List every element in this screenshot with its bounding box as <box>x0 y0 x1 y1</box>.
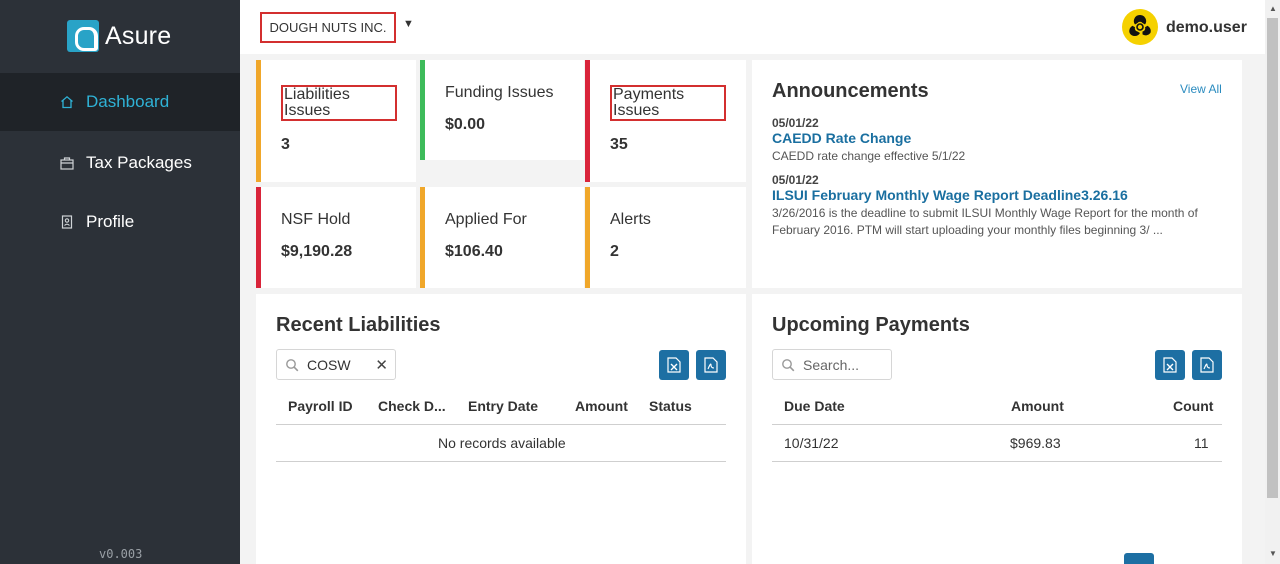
briefcase-icon <box>60 156 74 170</box>
announcement-date: 05/01/22 <box>772 116 819 130</box>
excel-file-icon <box>1163 357 1177 373</box>
view-all-link[interactable]: View All <box>1180 82 1222 96</box>
biohazard-icon[interactable] <box>1122 9 1158 45</box>
home-icon <box>60 95 74 109</box>
search-icon <box>277 358 307 372</box>
stat-label: Applied For <box>445 211 527 228</box>
status-bar <box>256 60 261 182</box>
sidebar-item-dashboard[interactable]: Dashboard <box>0 73 240 131</box>
column-header-due-date[interactable]: Due Date <box>784 398 845 414</box>
pdf-file-icon <box>704 357 718 373</box>
liabilities-search-input[interactable] <box>307 356 367 373</box>
table-divider <box>772 424 1222 425</box>
sidebar-item-profile[interactable]: Profile <box>0 193 240 251</box>
empty-table-message: No records available <box>438 435 566 451</box>
column-header-count[interactable]: Count <box>1173 398 1213 414</box>
amount-cell: $969.83 <box>1010 435 1061 451</box>
caret-down-icon[interactable]: ▼ <box>403 18 414 30</box>
announcement-title-link[interactable]: CAEDD Rate Change <box>772 130 911 146</box>
stat-label: Payments Issues <box>610 85 726 121</box>
count-cell: 11 <box>1194 435 1209 451</box>
stat-value: 3 <box>281 136 290 153</box>
search-icon <box>773 358 803 372</box>
status-bar <box>585 60 590 182</box>
badge-icon <box>60 215 74 229</box>
announcement-title-link[interactable]: ILSUI February Monthly Wage Report Deadl… <box>772 187 1128 203</box>
stat-value: $0.00 <box>445 116 486 133</box>
announcement-date: 05/01/22 <box>772 173 819 187</box>
export-pdf-button[interactable] <box>1192 350 1222 380</box>
recent-liabilities-title: Recent Liabilities <box>276 314 441 336</box>
sidebar-item-tax-packages[interactable]: Tax Packages <box>0 134 240 192</box>
column-header-check-date[interactable]: Check D... <box>378 398 446 414</box>
status-bar <box>585 187 590 288</box>
scrollbar-thumb[interactable] <box>1267 18 1278 498</box>
payments-search[interactable] <box>772 349 892 380</box>
stat-label: Alerts <box>610 211 651 228</box>
payments-search-input[interactable] <box>803 356 863 373</box>
stat-label: Funding Issues <box>445 84 554 101</box>
due-date-cell: 10/31/22 <box>784 435 839 451</box>
pagination-current-page[interactable] <box>1124 553 1154 564</box>
column-header-amount[interactable]: Amount <box>575 398 628 414</box>
username[interactable]: demo.user <box>1166 19 1247 37</box>
stat-card-applied-for[interactable]: Applied For $106.40 <box>420 187 584 288</box>
stat-card-alerts[interactable]: Alerts 2 <box>585 187 746 288</box>
upcoming-payments-panel: Upcoming Payments Due Date Amount Count … <box>752 294 1242 564</box>
stat-label: Liabilities Issues <box>281 85 397 121</box>
excel-file-icon <box>667 357 681 373</box>
top-bar: DOUGH NUTS INC. ▼ demo.user <box>240 0 1265 54</box>
page-scrollbar[interactable]: ▲ ▼ <box>1265 0 1280 564</box>
recent-liabilities-panel: Recent Liabilities ✕ Payroll ID Check D.… <box>256 294 746 564</box>
company-selector[interactable]: DOUGH NUTS INC. <box>260 12 396 43</box>
brand-name: Asure <box>105 21 172 50</box>
announcements-panel: Announcements View All 05/01/22 CAEDD Ra… <box>752 60 1242 288</box>
announcement-text: CAEDD rate change effective 5/1/22 <box>772 149 966 163</box>
announcement-text: 3/26/2016 is the deadline to submit ILSU… <box>772 206 1198 237</box>
stat-card-funding-issues[interactable]: Funding Issues $0.00 <box>420 60 584 160</box>
column-header-status[interactable]: Status <box>649 398 692 414</box>
app-version: v0.003 <box>99 547 143 561</box>
sidebar: Asure Dashboard Tax Packages Profile v0.… <box>0 0 240 564</box>
stat-card-nsf-hold[interactable]: NSF Hold $9,190.28 <box>256 187 416 288</box>
scroll-up-icon[interactable]: ▲ <box>1269 4 1277 13</box>
column-header-amount[interactable]: Amount <box>1011 398 1064 414</box>
export-excel-button[interactable] <box>1155 350 1185 380</box>
stat-label: NSF Hold <box>281 211 351 228</box>
asure-logo[interactable]: Asure <box>67 20 171 52</box>
asure-logo-icon <box>67 20 99 52</box>
sidebar-item-label: Dashboard <box>86 92 170 111</box>
column-header-entry-date[interactable]: Entry Date <box>468 398 538 414</box>
status-bar <box>420 187 425 288</box>
upcoming-payments-title: Upcoming Payments <box>772 314 970 336</box>
export-excel-button[interactable] <box>659 350 689 380</box>
status-bar <box>420 60 425 160</box>
export-pdf-button[interactable] <box>696 350 726 380</box>
table-divider <box>772 461 1222 462</box>
stat-card-liabilities-issues[interactable]: Liabilities Issues 3 <box>256 60 416 182</box>
stat-value: $106.40 <box>445 243 503 260</box>
scroll-down-icon[interactable]: ▼ <box>1269 549 1277 558</box>
sidebar-item-label: Tax Packages <box>86 153 192 172</box>
status-bar <box>256 187 261 288</box>
sidebar-item-label: Profile <box>86 212 135 231</box>
stat-card-payments-issues[interactable]: Payments Issues 35 <box>585 60 746 182</box>
column-header-payroll-id[interactable]: Payroll ID <box>288 398 353 414</box>
stat-value: 35 <box>610 136 628 153</box>
stat-value: 2 <box>610 243 619 260</box>
pdf-file-icon <box>1200 357 1214 373</box>
table-divider <box>276 461 726 462</box>
stat-value: $9,190.28 <box>281 243 353 260</box>
clear-icon[interactable]: ✕ <box>375 356 388 374</box>
table-divider <box>276 424 726 425</box>
liabilities-search[interactable]: ✕ <box>276 349 396 380</box>
announcements-title: Announcements <box>772 80 929 102</box>
